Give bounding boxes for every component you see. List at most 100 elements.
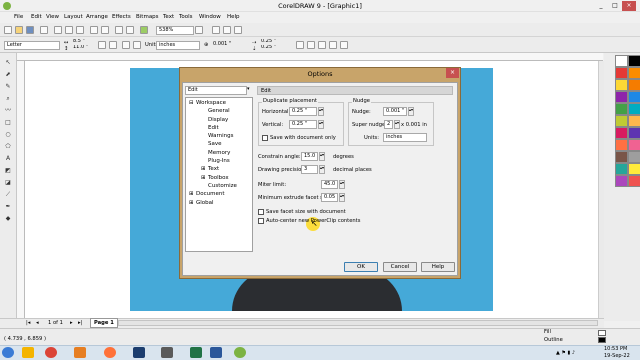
excel-icon[interactable] — [190, 347, 202, 358]
coreldraw-icon[interactable] — [234, 347, 246, 358]
expand-collapse-icon[interactable]: ⊞ — [189, 190, 196, 198]
tree-item[interactable]: Display — [189, 116, 249, 124]
print-icon[interactable] — [40, 26, 48, 34]
treat-as-filled-icon[interactable] — [318, 41, 326, 49]
menu-text[interactable]: Text — [163, 12, 174, 23]
color-swatch[interactable] — [615, 115, 628, 127]
color-swatch[interactable] — [628, 175, 640, 187]
object-manager-icon[interactable] — [329, 41, 337, 49]
explorer-icon[interactable] — [22, 347, 34, 358]
tree-item[interactable]: ⊞ Global — [189, 199, 249, 207]
portrait-icon[interactable] — [98, 41, 106, 49]
freehand-tool-icon[interactable]: 〰 — [3, 106, 13, 115]
color-swatch[interactable] — [628, 163, 640, 175]
save-icon[interactable] — [26, 26, 34, 34]
photoshop-icon[interactable] — [133, 347, 145, 358]
menu-effects[interactable]: Effects — [112, 12, 131, 23]
outline-tool-icon[interactable]: ✒ — [3, 202, 13, 211]
options-tree[interactable]: ⊟ Workspace General Display Edit Warnings Save… — [185, 97, 253, 252]
menu-layout[interactable]: Layout — [64, 12, 83, 23]
redo-icon[interactable] — [101, 26, 109, 34]
current-page-icon[interactable] — [133, 41, 141, 49]
menu-file[interactable]: File — [14, 12, 23, 23]
wireframe-icon[interactable] — [223, 26, 231, 34]
color-swatch[interactable] — [615, 151, 628, 163]
expand-collapse-icon[interactable]: ⊟ — [189, 99, 196, 107]
drawing-precision-spinner[interactable]: ▴▾ — [319, 165, 325, 174]
horizontal-field[interactable]: 0.25 " — [289, 107, 317, 116]
outline-swatch[interactable] — [598, 337, 606, 343]
color-swatch[interactable] — [628, 67, 640, 79]
super-nudge-spinner[interactable]: ▴▾ — [394, 120, 400, 129]
tree-item[interactable]: Edit — [189, 124, 249, 132]
tree-item[interactable]: Customize — [189, 182, 249, 190]
landscape-icon[interactable] — [109, 41, 117, 49]
tree-item[interactable]: Memory — [189, 149, 249, 157]
units-select[interactable]: inches — [156, 41, 200, 50]
paper-type-select[interactable]: Letter — [4, 41, 60, 50]
tree-item[interactable]: ⊞ Text — [189, 165, 249, 173]
fill-swatch[interactable] — [598, 330, 606, 336]
tree-item[interactable]: Plug-Ins — [189, 157, 249, 165]
miter-limit-spinner[interactable]: ▴▾ — [339, 180, 345, 189]
category-select[interactable]: Edit — [185, 86, 247, 95]
media-icon[interactable] — [161, 347, 173, 358]
color-swatch[interactable] — [628, 79, 640, 91]
color-swatch[interactable] — [628, 91, 640, 103]
paste-icon[interactable] — [76, 26, 84, 34]
auto-center-powerclip-checkbox[interactable] — [258, 218, 264, 224]
dialog-close-button[interactable]: × — [446, 68, 459, 78]
new-icon[interactable] — [4, 26, 12, 34]
maximize-button[interactable]: □ — [608, 1, 622, 11]
open-icon[interactable] — [15, 26, 23, 34]
polygon-tool-icon[interactable]: ⬠ — [3, 142, 13, 151]
last-page-icon[interactable]: ▸| — [78, 320, 82, 326]
color-swatch[interactable] — [628, 115, 640, 127]
drawing-precision-field[interactable]: 3 — [301, 165, 318, 174]
eyedropper-tool-icon[interactable]: ⟋ — [3, 190, 13, 199]
dup-vertical-field[interactable]: 0.25 " — [259, 45, 281, 52]
vertical-field[interactable]: 0.25 " — [289, 120, 317, 129]
transparency-tool-icon[interactable]: ◪ — [3, 178, 13, 187]
chevron-down-icon[interactable]: ▾ — [247, 86, 250, 92]
all-pages-icon[interactable] — [122, 41, 130, 49]
first-page-icon[interactable]: |◂ — [26, 320, 30, 326]
tree-item[interactable]: ⊟ Workspace — [189, 99, 249, 107]
firefox-icon[interactable] — [104, 347, 116, 358]
text-tool-icon[interactable]: A — [3, 154, 13, 163]
color-swatch[interactable] — [615, 91, 628, 103]
cancel-button[interactable]: Cancel — [383, 262, 417, 272]
color-swatch[interactable] — [615, 175, 628, 187]
copy-icon[interactable] — [65, 26, 73, 34]
constrain-angle-spinner[interactable]: ▴▾ — [319, 152, 325, 161]
super-nudge-field[interactable]: 2 — [384, 120, 393, 129]
menu-arrange[interactable]: Arrange — [86, 12, 108, 23]
tree-item[interactable]: ⊞ Toolbox — [189, 174, 249, 182]
menu-tools[interactable]: Tools — [179, 12, 193, 23]
snap-icon[interactable] — [296, 41, 304, 49]
ellipse-tool-icon[interactable]: ○ — [3, 130, 13, 139]
full-screen-icon[interactable] — [212, 26, 220, 34]
next-page-icon[interactable]: ▸ — [70, 320, 73, 326]
save-facet-size-checkbox[interactable] — [258, 209, 264, 215]
previous-page-icon[interactable]: ◂ — [36, 320, 39, 326]
cut-icon[interactable] — [54, 26, 62, 34]
menu-edit[interactable]: Edit — [31, 12, 42, 23]
extrude-facet-spinner[interactable]: ▴▾ — [339, 193, 345, 202]
color-swatch[interactable] — [615, 127, 628, 139]
zoom-select[interactable]: 538% — [156, 26, 194, 35]
color-swatch[interactable] — [615, 67, 628, 79]
zoom-tool-icon[interactable]: ⌕ — [3, 94, 13, 103]
options-icon[interactable] — [234, 26, 242, 34]
units-select[interactable]: inches — [383, 133, 427, 142]
clock-time[interactable]: 10:53 PM — [604, 346, 627, 352]
tree-item[interactable]: Save — [189, 140, 249, 148]
application-launcher-icon[interactable] — [140, 26, 148, 34]
menu-help[interactable]: Help — [227, 12, 240, 23]
color-swatch[interactable] — [615, 79, 628, 91]
constrain-angle-field[interactable]: 15.0 — [301, 152, 318, 161]
chrome-icon[interactable] — [45, 347, 57, 358]
color-swatch[interactable] — [628, 151, 640, 163]
ok-button[interactable]: OK — [344, 262, 378, 272]
vertical-spinner[interactable]: ▴▾ — [318, 120, 324, 129]
